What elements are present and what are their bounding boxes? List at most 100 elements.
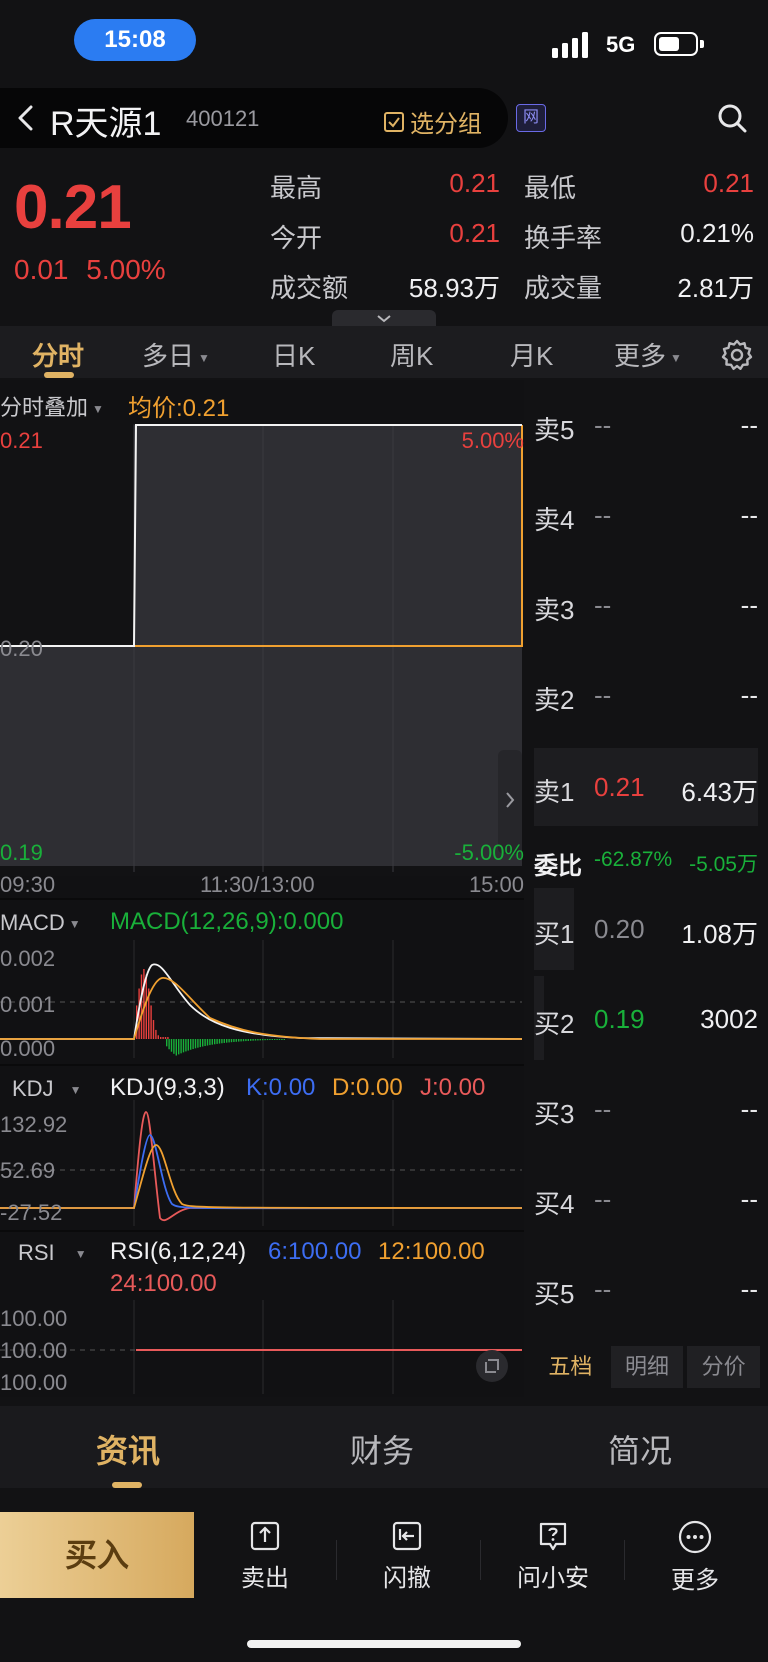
- tab-details[interactable]: 明细: [610, 1346, 684, 1388]
- macd-bar-negative: [271, 1039, 273, 1040]
- rsi-12: 12:100.00: [378, 1238, 485, 1265]
- buy1-label: 买1: [534, 919, 575, 949]
- buy2-volume: 3002: [700, 1004, 758, 1034]
- macd-bar-negative: [209, 1039, 211, 1046]
- macd-bar-negative: [211, 1039, 213, 1045]
- tab-finance[interactable]: 财务: [350, 1426, 414, 1472]
- macd-bar-negative: [230, 1039, 233, 1043]
- macd-bar-negative: [276, 1039, 278, 1040]
- buy5-volume: --: [740, 1274, 758, 1304]
- kdj-level: 132.92: [0, 1112, 68, 1137]
- ask-assistant-label: 问小安: [517, 1565, 589, 1592]
- back-icon[interactable]: [14, 104, 38, 132]
- tab-intraday[interactable]: 分时: [32, 336, 84, 373]
- sell1-price: 0.21: [594, 772, 645, 802]
- y-axis-mid: 0.20: [0, 636, 43, 661]
- tab-monthly-k[interactable]: 月K: [510, 336, 553, 373]
- macd-selector[interactable]: MACD ▼: [0, 910, 81, 936]
- tab-multi-day[interactable]: 多日 ▼: [142, 336, 210, 373]
- macd-bar-negative: [170, 1039, 173, 1052]
- kdj-j: J:0.00: [420, 1074, 486, 1101]
- overlay-label: 分时叠加: [0, 395, 89, 420]
- kdj-d: D:0.00: [332, 1074, 403, 1101]
- macd-bar-negative: [185, 1039, 187, 1052]
- macd-title: MACD(12,26,9):0.000: [110, 908, 344, 935]
- rsi-title: RSI(6,12,24): [110, 1238, 247, 1265]
- tab-daily-k[interactable]: 日K: [272, 336, 315, 373]
- search-icon[interactable]: [716, 102, 748, 134]
- tab-more[interactable]: 更多 ▼: [614, 336, 682, 373]
- sell3-label: 卖3: [534, 595, 575, 625]
- rsi-selector[interactable]: RSI ▼: [18, 1240, 87, 1266]
- more-button[interactable]: 更多: [640, 1520, 750, 1595]
- kdj-level: 52.69: [0, 1158, 56, 1183]
- macd-bar-negative: [221, 1039, 223, 1044]
- ratio-volume: -5.05万: [689, 853, 758, 876]
- caret-down-icon: ▼: [670, 351, 682, 366]
- tab-more-label: 更多: [614, 341, 667, 371]
- avg-price-label: 均价:0.21: [128, 395, 230, 422]
- macd-level: 0.000: [0, 1036, 56, 1061]
- sell1-label: 卖1: [534, 777, 575, 807]
- time-mid: 11:30/13:00: [200, 872, 315, 897]
- stat-value: 0.21: [449, 168, 500, 198]
- rsi-6: 6:100.00: [268, 1238, 362, 1265]
- macd-bar-negative: [199, 1039, 201, 1048]
- sell4-volume: --: [740, 500, 758, 530]
- quick-cancel-label: 闪撤: [383, 1565, 431, 1592]
- stock-code: 400121: [186, 106, 260, 131]
- buy-button[interactable]: 买入: [0, 1512, 194, 1598]
- divider: [0, 1230, 524, 1232]
- macd-bar-negative: [235, 1039, 237, 1042]
- macd-bar-negative: [269, 1039, 271, 1041]
- macd-bar-negative: [197, 1039, 199, 1048]
- tab-price-distribution[interactable]: 分价: [687, 1346, 761, 1388]
- tab-five-levels[interactable]: 五档: [534, 1346, 607, 1388]
- tab-weekly-k[interactable]: 周K: [390, 336, 433, 373]
- battery-tip: [700, 40, 704, 48]
- sell5-volume: --: [740, 410, 758, 440]
- select-group-button[interactable]: 选分组: [384, 104, 482, 139]
- buy4-price: --: [594, 1184, 612, 1214]
- overlay-selector[interactable]: 分时叠加 ▼: [0, 390, 104, 422]
- macd-bar-negative: [166, 1039, 168, 1047]
- macd-bar-negative: [250, 1039, 252, 1041]
- stat-value: 0.21: [449, 218, 500, 248]
- buy3-label: 买3: [534, 1099, 575, 1129]
- change-percent: 5.00%: [86, 254, 166, 285]
- macd-bar-negative: [178, 1039, 180, 1055]
- sell4-price: --: [594, 500, 612, 530]
- change-value: 0.01: [14, 254, 69, 285]
- buy4-label: 买4: [534, 1189, 575, 1219]
- network-label: 5G: [606, 32, 636, 57]
- sell-button[interactable]: 卖出: [210, 1520, 320, 1593]
- rsi-selector-label: RSI: [18, 1240, 55, 1265]
- sell5-price: --: [594, 410, 612, 440]
- macd-chart: [0, 940, 523, 1058]
- macd-bar-negative: [283, 1039, 285, 1040]
- macd-bar-negative: [238, 1039, 240, 1042]
- stat-value: 58.93万: [408, 273, 500, 303]
- buy2-price: 0.19: [594, 1004, 645, 1034]
- kdj-k: K:0.00: [246, 1074, 316, 1101]
- quick-cancel-button[interactable]: 闪撤: [352, 1520, 462, 1593]
- more-label: 更多: [671, 1567, 719, 1594]
- ask-assistant-button[interactable]: 问小安: [498, 1520, 608, 1593]
- divider: [0, 898, 524, 900]
- y-axis-bottom: 0.19: [0, 840, 43, 865]
- gear-icon[interactable]: [720, 338, 754, 372]
- macd-bar-negative: [206, 1039, 209, 1046]
- tab-multi-day-label: 多日: [142, 341, 195, 371]
- net-badge[interactable]: 网: [516, 104, 546, 132]
- tab-news[interactable]: 资讯: [96, 1426, 160, 1472]
- divider: [336, 1540, 337, 1580]
- kdj-selector[interactable]: KDJ ▼: [12, 1076, 81, 1102]
- buy5-price: --: [594, 1274, 612, 1304]
- macd-bar-positive: [155, 1029, 157, 1039]
- sell3-price: --: [594, 590, 612, 620]
- macd-bar-negative: [202, 1039, 204, 1047]
- macd-bar-negative: [242, 1039, 245, 1042]
- stat-label: 成交额: [270, 273, 349, 303]
- tab-profile[interactable]: 简况: [608, 1426, 672, 1472]
- sell1-volume: 6.43万: [681, 777, 758, 807]
